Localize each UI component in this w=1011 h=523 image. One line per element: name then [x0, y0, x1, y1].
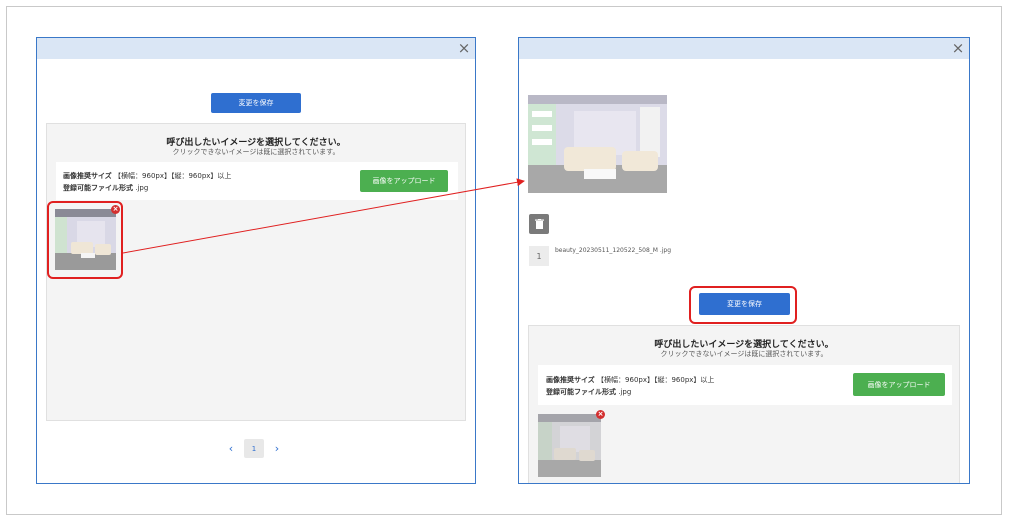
- highlight-save-button: [689, 286, 797, 324]
- file-list-item: 1 beauty_20230511_120522_508_M .jpg: [529, 246, 695, 266]
- file-name: beauty_20230511_120522_508_M .jpg: [555, 247, 672, 254]
- lounge-photo-icon: [528, 95, 667, 193]
- dialog-titlebar: ×: [37, 38, 475, 59]
- chevron-left-icon[interactable]: ‹: [224, 442, 238, 455]
- file-index: 1: [529, 246, 549, 266]
- file-format: 登録可能ファイル形式 .jpg: [63, 183, 148, 193]
- remove-icon[interactable]: ×: [596, 410, 605, 419]
- highlight-selected-thumbnail: [47, 201, 123, 279]
- dialog-titlebar: ×: [519, 38, 969, 59]
- trash-icon: [534, 219, 544, 229]
- image-picker-dialog-right: × 1 beauty_20230511_120522_508_M .jpg 変更: [518, 37, 970, 484]
- size-value: 【横幅：960px】【縦：960px】以上: [114, 172, 232, 180]
- recommended-size: 画像推奨サイズ 【横幅：960px】【縦：960px】以上: [63, 171, 231, 181]
- size-label: 画像推奨サイズ: [63, 172, 112, 180]
- recommended-size: 画像推奨サイズ 【横幅：960px】【縦：960px】以上: [546, 375, 714, 385]
- format-label: 登録可能ファイル形式: [63, 184, 133, 192]
- image-gallery-panel: 呼び出したいイメージを選択してください。 クリックできないイメージは既に選択され…: [528, 325, 960, 483]
- size-label: 画像推奨サイズ: [546, 376, 595, 384]
- page-number-button[interactable]: 1: [244, 439, 264, 458]
- format-value: .jpg: [618, 388, 632, 396]
- upload-image-button[interactable]: 画像をアップロード: [853, 373, 945, 396]
- delete-image-button[interactable]: [529, 214, 549, 234]
- chevron-right-icon[interactable]: ›: [270, 442, 284, 455]
- upload-info-box: 画像推奨サイズ 【横幅：960px】【縦：960px】以上 登録可能ファイル形式…: [538, 365, 952, 405]
- save-button[interactable]: 変更を保存: [211, 93, 301, 113]
- selected-image-preview: [528, 95, 667, 193]
- pagination: ‹ 1 ›: [224, 439, 284, 458]
- panel-subtitle: クリックできないイメージは既に選択されています。: [660, 350, 828, 358]
- close-icon[interactable]: ×: [951, 39, 965, 57]
- lounge-photo-icon: [538, 414, 601, 477]
- format-label: 登録可能ファイル形式: [546, 388, 616, 396]
- upload-info-box: 画像推奨サイズ 【横幅：960px】【縦：960px】以上 登録可能ファイル形式…: [56, 162, 458, 200]
- close-icon[interactable]: ×: [457, 39, 471, 57]
- file-format: 登録可能ファイル形式 .jpg: [546, 387, 631, 397]
- panel-subtitle: クリックできないイメージは既に選択されています。: [172, 148, 340, 156]
- gallery-thumbnail[interactable]: [538, 414, 601, 477]
- format-value: .jpg: [135, 184, 149, 192]
- size-value: 【横幅：960px】【縦：960px】以上: [597, 376, 715, 384]
- upload-image-button[interactable]: 画像をアップロード: [360, 170, 448, 192]
